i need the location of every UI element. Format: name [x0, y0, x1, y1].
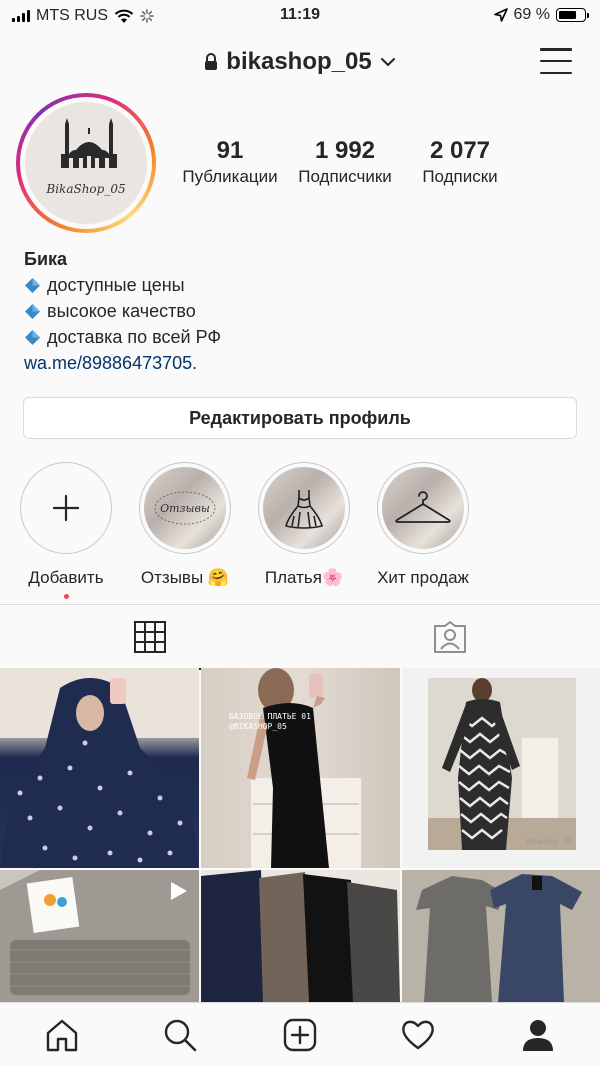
video-post-icon [171, 882, 187, 900]
story-highlights: Добавить Отзывы Отзывы 🤗 Платья🌸 Хит про… [0, 462, 600, 599]
bio-line: доступные цены [24, 272, 584, 298]
highlight-cover-text: Отзывы [160, 502, 210, 515]
add-post-icon [283, 1018, 317, 1052]
blue-diamond-icon [25, 277, 40, 293]
account-switcher[interactable]: bikashop_05 [0, 48, 600, 76]
dress-icon [285, 490, 323, 529]
stat-followers[interactable]: 1 992 Подписчики [290, 137, 400, 187]
post-thumbnail[interactable] [402, 870, 600, 1002]
mosque-logo-icon [61, 118, 117, 168]
status-bar: MTS RUS 11:19 69 % [0, 0, 600, 32]
highlight-cover[interactable]: Отзывы [139, 462, 231, 554]
hanger-icon [395, 491, 451, 523]
hamburger-menu-icon[interactable] [540, 48, 572, 74]
plus-icon [52, 494, 80, 522]
profile-icon [523, 1020, 553, 1051]
avatar[interactable]: BikaShop_05 [16, 93, 156, 233]
bio-line: доставка по всей РФ [24, 324, 584, 350]
bio: Бика доступные цены высокое качество дос… [24, 246, 584, 376]
blue-diamond-icon [25, 303, 40, 319]
stat-value: 2 077 [429, 137, 491, 164]
highlight-label: Добавить [28, 568, 104, 587]
chevron-down-icon [380, 58, 395, 66]
bio-line: высокое качество [24, 298, 584, 324]
bio-link[interactable]: wa.me/89886473705. [24, 350, 584, 376]
edit-profile-button[interactable]: Редактировать профиль [23, 397, 577, 439]
nav-profile[interactable] [518, 1015, 558, 1055]
bio-text: высокое качество [47, 301, 196, 321]
home-icon [46, 1019, 78, 1052]
blue-diamond-icon [25, 329, 40, 345]
location-icon [493, 8, 508, 22]
post-image-folded-clothes [201, 870, 400, 1002]
nav-activity[interactable] [398, 1015, 438, 1055]
stat-label: Подписчики [298, 167, 392, 186]
bio-text: доступные цены [47, 275, 185, 295]
stats: 91 Публикации 1 992 Подписчики 2 077 Под… [170, 137, 530, 187]
post-image-black-dress [247, 668, 361, 868]
post-image-hijab-dress [0, 668, 199, 868]
stat-value: 1 992 [314, 137, 376, 164]
tab-tagged[interactable] [300, 605, 600, 669]
battery-fill [559, 11, 576, 19]
bottom-nav [0, 1002, 600, 1066]
grid-icon [134, 621, 166, 653]
highlight-dresses[interactable]: Платья🌸 [249, 462, 359, 588]
highlight-label: Отзывы 🤗 [140, 568, 230, 587]
stat-following[interactable]: 2 077 Подписки [400, 137, 520, 187]
posts-grid: БАЗОВОЕ ПЛАТЬЕ 01 @BIKASHOP_05 bikashop_… [0, 668, 600, 1002]
stat-label: Публикации [182, 167, 278, 186]
notification-dot [63, 594, 69, 599]
stat-value: 91 [216, 137, 244, 164]
heart-icon [402, 1020, 434, 1050]
reviews-script-icon: Отзывы [154, 491, 216, 525]
username: bikashop_05 [226, 48, 372, 75]
profile-tabs [0, 604, 600, 670]
highlight-label: Платья🌸 [264, 568, 344, 587]
nav-new-post[interactable] [280, 1015, 320, 1055]
post-thumbnail[interactable] [201, 870, 400, 1002]
profile-header: BikaShop_05 91 Публикации 1 992 Подписчи… [0, 93, 600, 235]
top-nav: bikashop_05 [0, 40, 600, 84]
highlight-label: Хит продаж [377, 568, 469, 587]
highlight-reviews[interactable]: Отзывы Отзывы 🤗 [130, 462, 240, 588]
post-thumbnail[interactable]: БАЗОВОЕ ПЛАТЬЕ 01 @BIKASHOP_05 [201, 668, 400, 868]
profile-name: Бика [24, 249, 68, 269]
post-overlay-text: bikashop_05 [526, 837, 572, 846]
nav-search[interactable] [160, 1015, 200, 1055]
post-thumbnail[interactable] [0, 870, 199, 1002]
lock-icon [205, 53, 218, 70]
highlight-bestsellers[interactable]: Хит продаж [368, 462, 478, 588]
tagged-person-icon [434, 621, 466, 653]
avatar-brand-text: BikaShop_05 [46, 182, 126, 196]
tab-grid[interactable] [0, 605, 300, 670]
highlight-cover[interactable] [258, 462, 350, 554]
search-icon [164, 1019, 197, 1052]
bio-text: доставка по всей РФ [47, 327, 222, 347]
post-image-tshirt-dresses [402, 870, 600, 1002]
post-thumbnail[interactable]: bikashop_05 [402, 668, 600, 868]
stat-posts[interactable]: 91 Публикации [170, 137, 290, 187]
status-right: 69 % [493, 6, 589, 24]
battery-percent: 69 % [513, 6, 550, 23]
battery-icon [556, 8, 589, 22]
post-overlay-text: БАЗОВОЕ ПЛАТЬЕ 01 @BIKASHOP_05 [229, 712, 311, 731]
nav-home[interactable] [42, 1015, 82, 1055]
highlight-add[interactable]: Добавить [11, 462, 121, 599]
stat-label: Подписки [422, 167, 498, 186]
highlight-add-circle[interactable] [20, 462, 112, 554]
post-thumbnail[interactable] [0, 668, 199, 868]
avatar-image: BikaShop_05 [25, 102, 147, 224]
highlight-cover[interactable] [377, 462, 469, 554]
